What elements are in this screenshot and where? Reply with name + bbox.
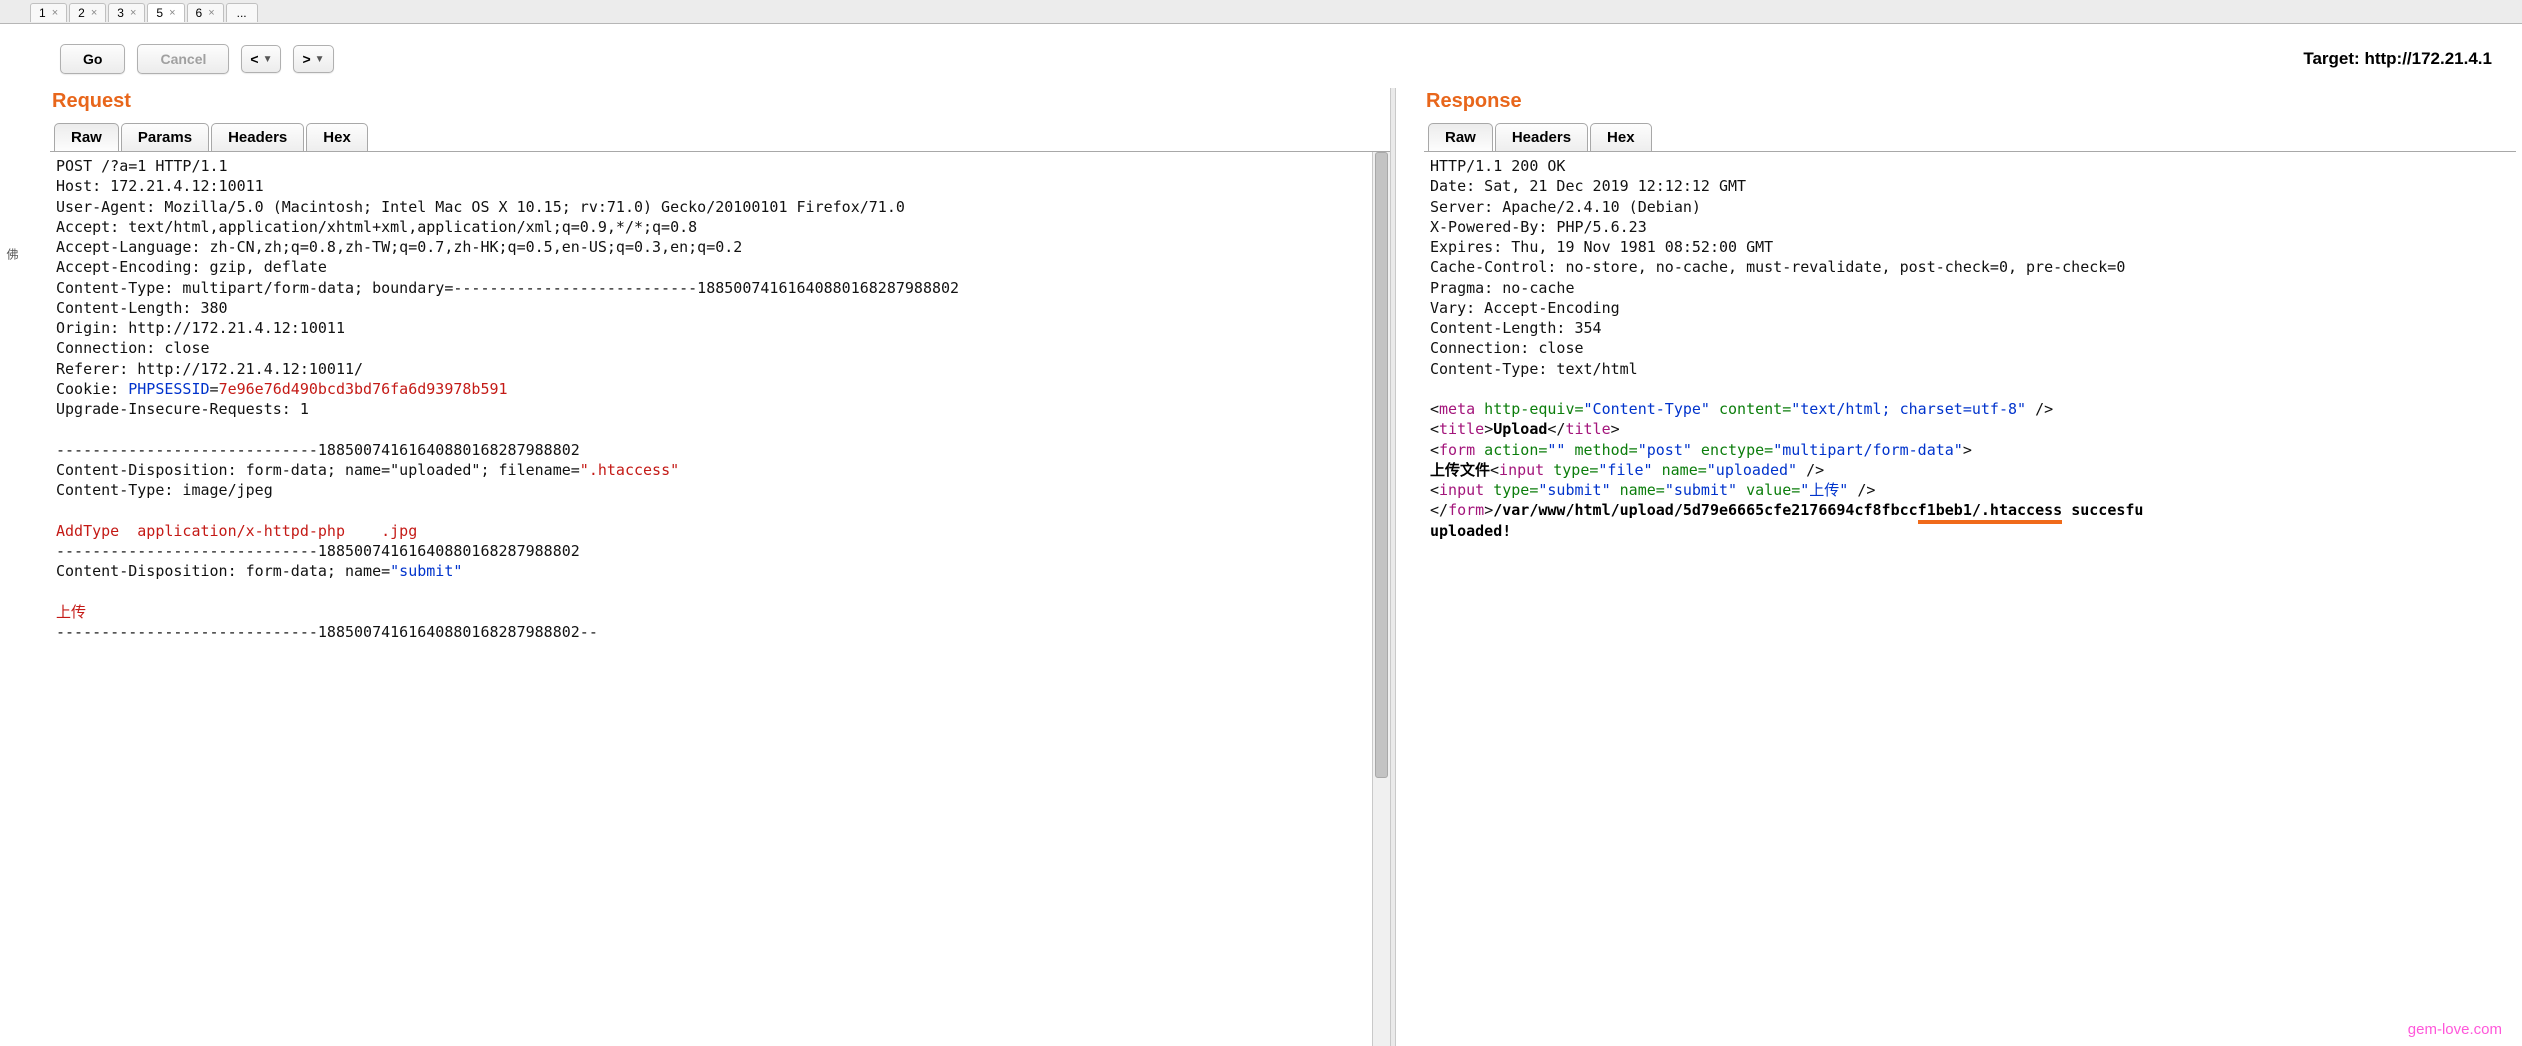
request-scrollbar[interactable] bbox=[1372, 152, 1390, 1046]
response-viewer[interactable]: HTTP/1.1 200 OK Date: Sat, 21 Dec 2019 1… bbox=[1424, 152, 2516, 1046]
tab-hex[interactable]: Hex bbox=[306, 123, 368, 151]
tab-label: 5 bbox=[156, 6, 163, 20]
scroll-thumb[interactable] bbox=[1375, 152, 1388, 778]
close-icon[interactable]: × bbox=[169, 7, 175, 19]
dropdown-caret-icon: ▼ bbox=[315, 54, 325, 65]
repeater-toolbar: Go Cancel < ▼ > ▼ Target: http://172.21.… bbox=[0, 24, 2522, 88]
tab-hex[interactable]: Hex bbox=[1590, 123, 1652, 151]
request-editor[interactable]: POST /?a=1 HTTP/1.1 Host: 172.21.4.12:10… bbox=[50, 152, 1372, 1046]
request-tabs: Raw Params Headers Hex bbox=[50, 123, 1390, 151]
tab-params[interactable]: Params bbox=[121, 123, 209, 151]
chevron-right-icon: > bbox=[302, 51, 310, 67]
repeater-tab-6[interactable]: 6 × bbox=[187, 3, 224, 22]
tab-label: 6 bbox=[196, 6, 203, 20]
repeater-tab-strip: 1 × 2 × 3 × 5 × 6 × ... bbox=[0, 0, 2522, 24]
history-prev-button[interactable]: < ▼ bbox=[241, 45, 281, 73]
tab-raw[interactable]: Raw bbox=[54, 123, 119, 151]
response-tabs: Raw Headers Hex bbox=[1424, 123, 2516, 151]
watermark: gem-love.com bbox=[2408, 1021, 2502, 1038]
close-icon[interactable]: × bbox=[208, 7, 214, 19]
repeater-tab-2[interactable]: 2 × bbox=[69, 3, 106, 22]
request-content-wrap: POST /?a=1 HTTP/1.1 Host: 172.21.4.12:10… bbox=[50, 151, 1390, 1046]
tab-headers[interactable]: Headers bbox=[1495, 123, 1588, 151]
response-content-wrap: HTTP/1.1 200 OK Date: Sat, 21 Dec 2019 1… bbox=[1424, 151, 2516, 1046]
dropdown-caret-icon: ▼ bbox=[263, 54, 273, 65]
close-icon[interactable]: × bbox=[91, 7, 97, 19]
toolbar-left: Go Cancel < ▼ > ▼ bbox=[60, 44, 334, 74]
target-label[interactable]: Target: http://172.21.4.1 bbox=[2303, 49, 2492, 69]
close-icon[interactable]: × bbox=[52, 7, 58, 19]
more-tabs-button[interactable]: ... bbox=[226, 3, 258, 22]
response-title: Response bbox=[1424, 88, 2516, 123]
history-next-button[interactable]: > ▼ bbox=[293, 45, 333, 73]
tab-headers[interactable]: Headers bbox=[211, 123, 304, 151]
response-pane: Response Raw Headers Hex HTTP/1.1 200 OK… bbox=[1396, 88, 2522, 1046]
close-icon[interactable]: × bbox=[130, 7, 136, 19]
tab-label: 1 bbox=[39, 6, 46, 20]
chevron-left-icon: < bbox=[250, 51, 258, 67]
repeater-tab-1[interactable]: 1 × bbox=[30, 3, 67, 22]
tab-label: 3 bbox=[117, 6, 124, 20]
target-prefix: Target: bbox=[2303, 49, 2364, 68]
tab-label: 2 bbox=[78, 6, 85, 20]
burp-repeater-window: 1 × 2 × 3 × 5 × 6 × ... Go Cancel < ▼ bbox=[0, 0, 2522, 1046]
repeater-tab-5[interactable]: 5 × bbox=[147, 3, 184, 22]
cancel-button[interactable]: Cancel bbox=[137, 44, 229, 74]
tab-raw[interactable]: Raw bbox=[1428, 123, 1493, 151]
go-button[interactable]: Go bbox=[60, 44, 125, 74]
request-title: Request bbox=[50, 88, 1390, 123]
sidebar-marker: 佛 bbox=[4, 248, 21, 260]
target-url: http://172.21.4.1 bbox=[2364, 49, 2492, 68]
request-pane: Request Raw Params Headers Hex POST /?a=… bbox=[0, 88, 1390, 1046]
request-response-split: 佛 Request Raw Params Headers Hex POST /?… bbox=[0, 88, 2522, 1046]
repeater-tab-3[interactable]: 3 × bbox=[108, 3, 145, 22]
